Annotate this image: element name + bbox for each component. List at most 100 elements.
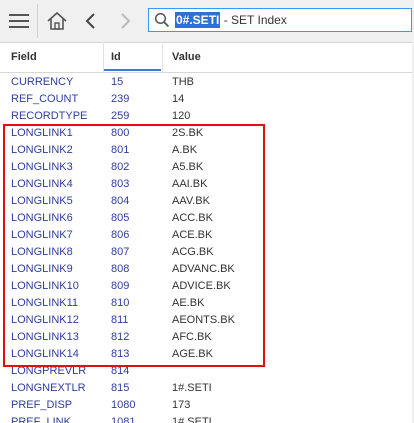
cell-field: REF_COUNT <box>11 93 79 105</box>
column-header-value[interactable]: Value <box>172 51 201 63</box>
app-window: 0#.SETI - SET Index Field Id Value CURRE… <box>0 0 414 423</box>
cell-value: AFC.BK <box>172 331 212 343</box>
search-selected-text: 0#.SETI <box>175 12 221 28</box>
cell-value: AGE.BK <box>172 348 213 360</box>
cell-field: LONGLINK7 <box>11 229 73 241</box>
chevron-right-icon[interactable] <box>108 4 142 38</box>
cell-value: 14 <box>172 93 185 105</box>
table-row[interactable]: LONGLINK13 812 AFC.BK <box>0 329 414 346</box>
cell-value: AAV.BK <box>172 195 210 207</box>
cell-id: 801 <box>111 144 130 156</box>
cell-field: RECORDTYPE <box>11 110 88 122</box>
cell-value: 120 <box>172 110 191 122</box>
cell-id: 814 <box>111 365 130 377</box>
table-header: Field Id Value <box>0 42 414 73</box>
table-row[interactable]: LONGLINK1 800 2S.BK <box>0 125 414 142</box>
cell-field: LONGLINK4 <box>11 178 73 190</box>
table-row[interactable]: RECORDTYPE 259 120 <box>0 108 414 125</box>
cell-value: AE.BK <box>172 297 205 309</box>
cell-value: THB <box>172 76 194 88</box>
cell-field: LONGLINK5 <box>11 195 73 207</box>
cell-id: 1080 <box>111 399 136 411</box>
cell-field: LONGLINK8 <box>11 246 73 258</box>
cell-value: ACC.BK <box>172 212 213 224</box>
cell-id: 808 <box>111 263 130 275</box>
home-icon[interactable] <box>40 4 74 38</box>
table-row[interactable]: LONGLINK5 804 AAV.BK <box>0 193 414 210</box>
cell-id: 811 <box>111 314 129 326</box>
search-input[interactable]: 0#.SETI - SET Index <box>148 8 412 32</box>
cell-id: 803 <box>111 178 130 190</box>
toolbar: 0#.SETI - SET Index <box>0 0 414 43</box>
cell-id: 809 <box>111 280 130 292</box>
table-body: CURRENCY 15 THB REF_COUNT 239 14 RECORDTYPE 259… <box>0 74 414 423</box>
chevron-left-icon[interactable] <box>74 4 108 38</box>
table-row[interactable]: REF_COUNT 239 14 <box>0 91 414 108</box>
table-row[interactable]: LONGLINK12 811 AEONTS.BK <box>0 312 414 329</box>
table-row[interactable]: LONGLINK2 801 A.BK <box>0 142 414 159</box>
cell-id: 807 <box>111 246 130 258</box>
cell-value: AEONTS.BK <box>172 314 235 326</box>
cell-value: ACE.BK <box>172 229 213 241</box>
table-row[interactable]: CURRENCY 15 THB <box>0 74 414 91</box>
table-row[interactable]: LONGLINK7 806 ACE.BK <box>0 227 414 244</box>
table-row[interactable]: LONGLINK4 803 AAI.BK <box>0 176 414 193</box>
cell-field: LONGLINK14 <box>11 348 79 360</box>
cell-field: CURRENCY <box>11 76 74 88</box>
cell-value: A.BK <box>172 144 198 156</box>
cell-value: 173 <box>172 399 191 411</box>
table-row[interactable]: LONGLINK9 808 ADVANC.BK <box>0 261 414 278</box>
table-row[interactable]: LONGLINK11 810 AE.BK <box>0 295 414 312</box>
cell-value: ADVICE.BK <box>172 280 231 292</box>
table-row[interactable]: LONGLINK8 807 ACG.BK <box>0 244 414 261</box>
cell-id: 800 <box>111 127 130 139</box>
cell-field: LONGLINK1 <box>11 127 73 139</box>
column-divider[interactable] <box>162 42 163 72</box>
cell-field: LONGLINK10 <box>11 280 79 292</box>
cell-id: 804 <box>111 195 130 207</box>
search-description: - SET Index <box>220 13 287 27</box>
table-row[interactable]: LONGNEXTLR 815 1#.SETI <box>0 380 414 397</box>
cell-id: 812 <box>111 331 130 343</box>
cell-id: 806 <box>111 229 130 241</box>
cell-field: LONGLINK12 <box>11 314 79 326</box>
cell-value: 1#.SETI <box>172 416 212 423</box>
cell-field: LONGLINK6 <box>11 212 73 224</box>
cell-field: PREF_LINK <box>11 416 71 423</box>
hamburger-menu-icon[interactable] <box>2 4 36 38</box>
cell-value: AAI.BK <box>172 178 208 190</box>
table-row[interactable]: LONGPREVLR 814 <box>0 363 414 380</box>
cell-id: 815 <box>111 382 130 394</box>
search-icon <box>149 9 175 31</box>
cell-id: 239 <box>111 93 130 105</box>
cell-id: 805 <box>111 212 130 224</box>
table-row[interactable]: PREF_LINK 1081 1#.SETI <box>0 414 414 423</box>
cell-id: 1081 <box>111 416 136 423</box>
cell-id: 813 <box>111 348 130 360</box>
cell-id: 802 <box>111 161 130 173</box>
search-query[interactable]: 0#.SETI - SET Index <box>175 12 287 28</box>
table-row[interactable]: LONGLINK6 805 ACC.BK <box>0 210 414 227</box>
table-row[interactable]: LONGLINK14 813 AGE.BK <box>0 346 414 363</box>
cell-field: LONGLINK9 <box>11 263 73 275</box>
cell-field: PREF_DISP <box>11 399 73 411</box>
cell-field: LONGLINK13 <box>11 331 79 343</box>
column-header-id[interactable]: Id <box>111 51 121 63</box>
cell-id: 15 <box>111 76 124 88</box>
table-row[interactable]: LONGLINK10 809 ADVICE.BK <box>0 278 414 295</box>
cell-id: 810 <box>111 297 130 309</box>
cell-field: LONGLINK2 <box>11 144 73 156</box>
column-header-field[interactable]: Field <box>11 51 37 63</box>
toolbar-separator <box>37 4 38 38</box>
cell-field: LONGNEXTLR <box>11 382 86 394</box>
cell-value: 1#.SETI <box>172 382 212 394</box>
cell-value: ACG.BK <box>172 246 214 258</box>
sort-indicator <box>104 69 161 71</box>
column-divider[interactable] <box>103 42 104 72</box>
table-row[interactable]: PREF_DISP 1080 173 <box>0 397 414 414</box>
cell-value: 2S.BK <box>172 127 204 139</box>
table-row[interactable]: LONGLINK3 802 A5.BK <box>0 159 414 176</box>
cell-field: LONGLINK11 <box>11 297 79 309</box>
cell-id: 259 <box>111 110 130 122</box>
cell-value: A5.BK <box>172 161 204 173</box>
